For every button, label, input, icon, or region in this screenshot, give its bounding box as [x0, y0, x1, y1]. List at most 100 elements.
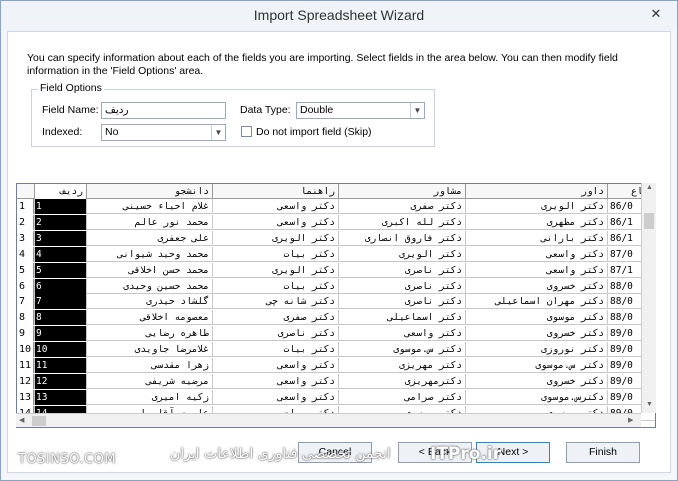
header-consultant[interactable]: مشاور [338, 184, 465, 199]
header-advisor[interactable]: راهنما [212, 184, 338, 199]
cell-referee[interactable]: دکتر خسروی [465, 326, 607, 342]
table-row[interactable]: 10 10 غلامرضا جاویدی دکتر بیات دکتر س.موسوی د… [17, 342, 655, 358]
data-type-select[interactable]: Double ▼ [296, 102, 425, 119]
cell-student[interactable]: گلشاد حیدری [86, 294, 212, 310]
table-row[interactable]: 11 11 زهرا مقدسی دکتر واسعی دکتر مهریزی دکتر … [17, 358, 655, 373]
cell-student[interactable]: معصومه اخلاقی [86, 310, 212, 326]
table-row[interactable]: 1 1 غلام احیاء حسینی دکتر واسعی دکتر صفری دکت… [17, 199, 655, 214]
cell-advisor[interactable]: دکتر ناصری [212, 326, 338, 342]
cell-advisor[interactable]: دکتر صفری [212, 310, 338, 326]
cell-referee[interactable]: دکتر واسعی [465, 246, 607, 262]
data-preview-grid[interactable]: ردیف دانشجو راهنما مشاور داور دفاع 11غلا… [16, 183, 656, 428]
cell-referee[interactable]: دکتر مهران اسماعیلی [465, 294, 607, 310]
cell-consultant[interactable]: دکتر صرامی [338, 389, 465, 405]
cell-referee[interactable]: دکتر بارانی [465, 230, 607, 246]
cell-student[interactable]: غلام احیاء حسینی [86, 199, 212, 214]
cell-student[interactable]: طاهره رضایی [86, 326, 212, 342]
cell-consultant[interactable]: دکتر واسعی [338, 326, 465, 342]
cell-consultant[interactable]: دکتر اسماعیلی [338, 310, 465, 326]
cell-id[interactable]: 9 [34, 326, 86, 342]
table-row[interactable]: 8 8 معصومه اخلاقی دکتر صفری دکتر اسماعیلی دکت… [17, 310, 655, 326]
field-name-input[interactable]: ردیف [101, 102, 226, 119]
cell-referee[interactable]: دکتر الویری [465, 199, 607, 214]
cell-advisor[interactable]: دکتر واسعی [212, 214, 338, 230]
skip-checkbox[interactable] [241, 126, 252, 137]
header-referee[interactable]: داور [465, 184, 607, 199]
cell-consultant[interactable]: دکتر ناصری [338, 278, 465, 294]
header-id[interactable]: ردیف [34, 184, 86, 199]
cell-advisor[interactable]: دکتر واسعی [212, 358, 338, 373]
cell-consultant[interactable]: دکتر مهریزی [338, 358, 465, 373]
cell-advisor[interactable]: دکتر بیات [212, 278, 338, 294]
cell-referee[interactable]: دکتر واسعی [465, 262, 607, 278]
cell-id[interactable]: 10 [34, 342, 86, 358]
cell-advisor[interactable]: دکتر واسعی [212, 389, 338, 405]
cell-id[interactable]: 3 [34, 230, 86, 246]
cell-advisor[interactable]: دکتر واسعی [212, 199, 338, 214]
vertical-scrollbar[interactable]: ▲ ▼ [641, 183, 656, 413]
scroll-up-icon[interactable]: ▲ [646, 184, 653, 191]
cell-advisor[interactable]: دکتر بیات [212, 246, 338, 262]
cell-student[interactable]: زهرا مقدسی [86, 358, 212, 373]
finish-button[interactable]: Finish [566, 442, 640, 463]
header-student[interactable]: دانشجو [86, 184, 212, 199]
cell-consultant[interactable]: دکتر ناصری [338, 262, 465, 278]
cell-id[interactable]: 1 [34, 199, 86, 214]
indexed-select[interactable]: No ▼ [101, 124, 226, 141]
cell-id[interactable]: 4 [34, 246, 86, 262]
cell-student[interactable]: زکیه امیری [86, 389, 212, 405]
cell-advisor[interactable]: دکتر واسعی [212, 373, 338, 389]
cell-referee[interactable]: دکتر خسروی [465, 278, 607, 294]
cell-advisor[interactable]: دکتر الویری [212, 230, 338, 246]
cell-student[interactable]: غلامرضا جاویدی [86, 342, 212, 358]
table-row[interactable]: 9 9 طاهره رضایی دکتر ناصری دکتر واسعی دکتر خس… [17, 326, 655, 342]
cell-student[interactable]: علی جعفری [86, 230, 212, 246]
cell-referee[interactable]: دکترس.موسوی [465, 389, 607, 405]
cell-consultant[interactable]: دکتر لله اکبری [338, 214, 465, 230]
cell-referee[interactable]: دکتر مظهری [465, 214, 607, 230]
cell-advisor[interactable]: دکتر الویری [212, 262, 338, 278]
cell-advisor[interactable]: دکتر بیات [212, 342, 338, 358]
cell-id[interactable]: 5 [34, 262, 86, 278]
table-row[interactable]: 4 4 محمد وحید شیوانی دکتر بیات دکتر الویری دک… [17, 246, 655, 262]
cell-consultant[interactable]: دکتر فاروق انصاری [338, 230, 465, 246]
cell-consultant[interactable]: دکتر الویری [338, 246, 465, 262]
cell-advisor[interactable]: دکتر شانه چی [212, 294, 338, 310]
cell-consultant[interactable]: دکتر ناصری [338, 294, 465, 310]
cell-student[interactable]: محمد نور عالم [86, 214, 212, 230]
cell-id[interactable]: 12 [34, 373, 86, 389]
cell-referee[interactable]: دکتر خسروی [465, 373, 607, 389]
cell-id[interactable]: 13 [34, 389, 86, 405]
cell-id[interactable]: 2 [34, 214, 86, 230]
cell-referee[interactable]: دکتر س.موسوی [465, 358, 607, 373]
table-row[interactable]: 12 12 مرضیه شریفی دکتر واسعی دکترمهریزی دکتر … [17, 373, 655, 389]
table-row[interactable]: 13 13 زکیه امیری دکتر واسعی دکتر صرامی دکترس.… [17, 389, 655, 405]
cell-referee[interactable]: دکتر موسوی [465, 310, 607, 326]
cell-student[interactable]: محمد حسن اخلاقی [86, 262, 212, 278]
scroll-right-icon[interactable]: ▶ [628, 416, 633, 424]
table-row[interactable]: 5 5 محمد حسن اخلاقی دکتر الویری دکتر ناصری دک… [17, 262, 655, 278]
scroll-down-icon[interactable]: ▼ [646, 401, 653, 408]
cell-id[interactable]: 7 [34, 294, 86, 310]
vertical-scroll-thumb[interactable] [644, 213, 654, 229]
cell-student[interactable]: مرضیه شریفی [86, 373, 212, 389]
close-icon[interactable]: ✕ [643, 4, 669, 24]
cell-id[interactable]: 8 [34, 310, 86, 326]
cell-referee[interactable]: دکتر نوروزی [465, 342, 607, 358]
cell-consultant[interactable]: دکتر صفری [338, 199, 465, 214]
cell-student[interactable]: محمد حسین وحیدی [86, 278, 212, 294]
cell-consultant[interactable]: دکتر س.موسوی [338, 342, 465, 358]
cell-id[interactable]: 11 [34, 358, 86, 373]
horizontal-scrollbar[interactable]: ◀ ▶ [16, 413, 641, 427]
scroll-left-icon[interactable]: ◀ [19, 416, 24, 424]
dropdown-arrow-icon[interactable]: ▼ [211, 125, 225, 140]
cell-student[interactable]: محمد وحید شیوانی [86, 246, 212, 262]
horizontal-scroll-thumb[interactable] [32, 416, 46, 426]
dropdown-arrow-icon[interactable]: ▼ [410, 103, 424, 118]
table-row[interactable]: 7 7 گلشاد حیدری دکتر شانه چی دکتر ناصری دکتر … [17, 294, 655, 310]
table-row[interactable]: 2 2 محمد نور عالم دکتر واسعی دکتر لله اکبری د… [17, 214, 655, 230]
table-row[interactable]: 6 6 محمد حسین وحیدی دکتر بیات دکتر ناصری دکتر… [17, 278, 655, 294]
cell-id[interactable]: 6 [34, 278, 86, 294]
cell-consultant[interactable]: دکترمهریزی [338, 373, 465, 389]
table-row[interactable]: 3 3 علی جعفری دکتر الویری دکتر فاروق انصاری د… [17, 230, 655, 246]
